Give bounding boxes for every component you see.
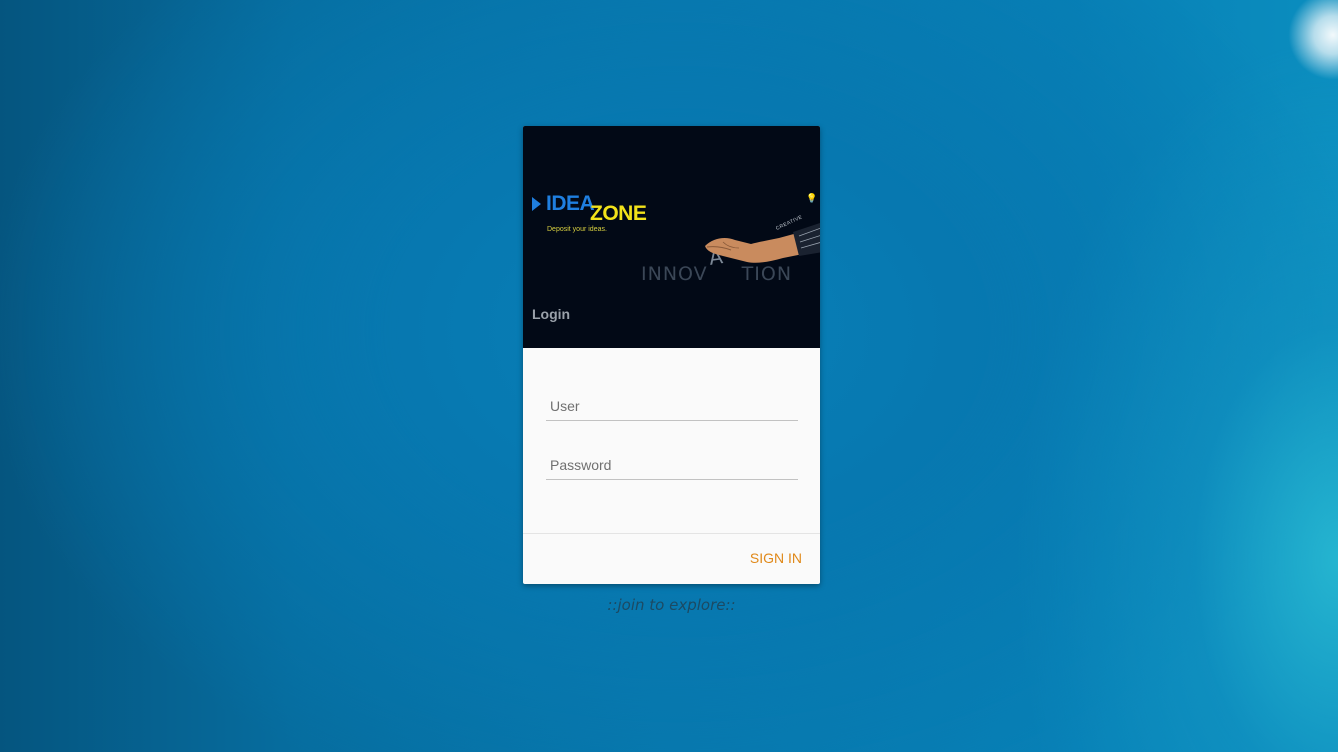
logo-word-zone: ZONE bbox=[590, 202, 647, 225]
user-input[interactable] bbox=[546, 380, 798, 418]
lightbulb-icon: 💡 bbox=[806, 193, 818, 203]
hand-icon bbox=[705, 223, 820, 263]
light-glow bbox=[1288, 0, 1338, 80]
card-divider bbox=[523, 533, 820, 534]
logo-word-idea: IDEA bbox=[546, 192, 595, 215]
login-form bbox=[523, 348, 820, 533]
logo-tagline: Deposit your ideas. bbox=[547, 226, 607, 233]
banner-title: Login bbox=[532, 306, 571, 322]
password-field bbox=[546, 439, 798, 480]
innovation-left: INNOV bbox=[641, 263, 708, 285]
join-tagline: ::join to explore:: bbox=[607, 596, 736, 614]
idea-zone-logo: IDEA ZONE Deposit your ideas. bbox=[532, 192, 672, 242]
login-banner: IDEA ZONE Deposit your ideas. INNOV TION … bbox=[523, 126, 820, 348]
user-field bbox=[546, 380, 798, 421]
login-card: IDEA ZONE Deposit your ideas. INNOV TION … bbox=[523, 126, 820, 584]
play-arrow-icon bbox=[532, 197, 541, 211]
password-input[interactable] bbox=[546, 439, 798, 477]
sign-in-button[interactable]: SIGN IN bbox=[748, 544, 804, 572]
